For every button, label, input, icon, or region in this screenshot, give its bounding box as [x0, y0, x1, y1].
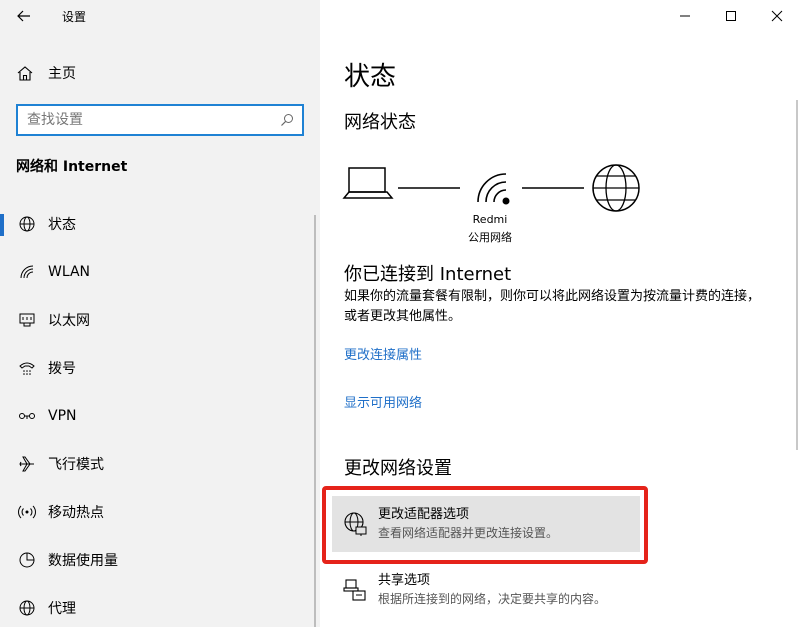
wifi-signal-icon [477, 173, 510, 205]
network-diagram-graphic [342, 164, 640, 212]
app-title: 设置 [62, 10, 87, 24]
network-diagram: Redmi 公用网络 [340, 160, 660, 250]
nav-item-status[interactable]: 状态 [0, 204, 315, 244]
data-usage-icon [19, 552, 35, 568]
search-icon[interactable] [280, 113, 294, 127]
network-name: Redmi [472, 213, 508, 226]
connection-status-title: 你已连接到 Internet [344, 264, 512, 285]
main-scrollbar[interactable] [796, 100, 798, 450]
close-button[interactable] [754, 0, 800, 32]
settings-nav-pane: 设置 主页 网络和 Internet 状态 WLAN [0, 0, 320, 627]
nav-item-hotspot[interactable]: 移动热点 [0, 492, 315, 532]
globe-icon [19, 600, 35, 616]
sharing-options-button[interactable]: 共享选项 根据所连接到的网络，决定要共享的内容。 [332, 562, 640, 618]
nav-scrollbar[interactable] [314, 215, 316, 627]
search-input[interactable] [18, 106, 268, 134]
airplane-icon [19, 456, 34, 472]
laptop-icon [342, 167, 394, 199]
hotspot-icon [18, 505, 36, 519]
minimize-button[interactable] [662, 0, 708, 32]
titlebar-left: 设置 [0, 0, 320, 32]
maximize-icon [726, 11, 736, 21]
nav-item-wlan[interactable]: WLAN [0, 252, 315, 292]
sharing-icon [343, 579, 366, 601]
wifi-icon [20, 265, 34, 279]
nav-item-label: 拨号 [48, 361, 76, 377]
dialup-icon [19, 362, 35, 375]
nav-item-label: WLAN [48, 264, 91, 280]
nav-item-dialup[interactable]: 拨号 [0, 348, 315, 388]
nav-item-proxy[interactable]: 代理 [0, 588, 315, 627]
maximize-button[interactable] [708, 0, 754, 32]
search-box[interactable] [16, 104, 304, 136]
globe-icon [19, 216, 35, 232]
nav-item-airplane[interactable]: 飞行模式 [0, 444, 315, 484]
nav-item-label: 飞行模式 [48, 457, 104, 473]
vpn-icon [19, 413, 35, 419]
nav-item-label: 移动热点 [48, 505, 104, 521]
internet-globe-icon [592, 164, 640, 212]
change-connection-properties-link[interactable]: 更改连接属性 [344, 344, 422, 363]
nav-item-label: 数据使用量 [48, 553, 118, 569]
nav-item-ethernet[interactable]: 以太网 [0, 300, 315, 340]
nav-item-label: 以太网 [48, 313, 90, 329]
nav-item-data-usage[interactable]: 数据使用量 [0, 540, 315, 580]
page-title: 状态 [344, 62, 397, 92]
change-network-settings-heading: 更改网络设置 [344, 458, 452, 479]
connection-description: 如果你的流量套餐有限制，则你可以将此网络设置为按流量计费的连接，或者更改其他属性… [344, 289, 761, 324]
nav-item-label: 代理 [48, 601, 76, 617]
close-icon [771, 10, 783, 22]
sharing-options-subtitle: 根据所连接到的网络，决定要共享的内容。 [378, 592, 607, 606]
highlight-annotation [322, 486, 648, 564]
nav-section-title: 网络和 Internet [16, 159, 128, 175]
minimize-icon [680, 15, 690, 17]
sharing-options-title: 共享选项 [378, 573, 431, 588]
network-status-heading: 网络状态 [344, 112, 416, 133]
show-available-networks-link[interactable]: 显示可用网络 [344, 392, 422, 411]
nav-home[interactable]: 主页 [16, 60, 76, 86]
ethernet-icon [19, 313, 35, 327]
nav-item-label: 状态 [48, 217, 76, 233]
home-icon [17, 66, 33, 81]
back-arrow-icon[interactable] [14, 6, 34, 26]
network-type: 公用网络 [468, 231, 512, 244]
nav-home-label: 主页 [48, 66, 76, 82]
nav-item-vpn[interactable]: VPN [0, 396, 315, 436]
nav-item-label: VPN [48, 408, 77, 424]
